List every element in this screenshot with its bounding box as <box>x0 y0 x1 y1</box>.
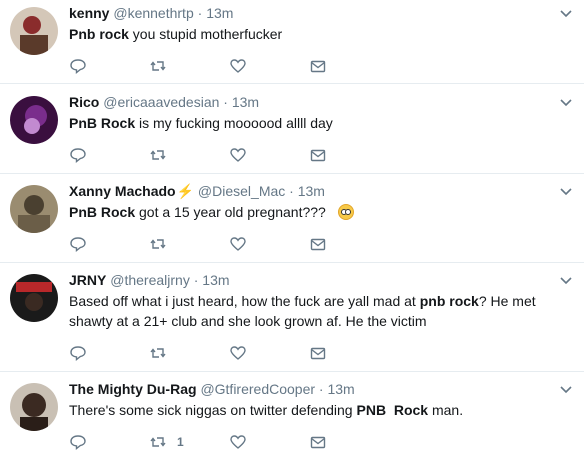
like-button[interactable] <box>229 56 247 76</box>
envelope-icon <box>310 347 326 360</box>
separator: · <box>193 272 199 288</box>
retweet-icon <box>150 150 166 160</box>
direct-message-button[interactable] <box>309 56 327 76</box>
tweet-text-body: PnB Rock got a 15 year old pregnant??? <box>69 204 326 220</box>
display-name[interactable]: The Mighty Du-Rag <box>69 381 197 397</box>
heart-icon <box>230 59 246 73</box>
tweet-item[interactable]: JRNY @therealjrny · 13m Based off what i… <box>0 263 584 372</box>
reply-icon <box>70 59 86 74</box>
direct-message-button[interactable] <box>309 234 327 254</box>
tweet-actions: 1 <box>69 432 349 452</box>
retweet-icon <box>150 239 166 249</box>
heart-icon <box>230 435 246 449</box>
tweet-text: PnB Rock is my fucking moooood allll day <box>69 115 333 131</box>
tweet-actions <box>69 56 349 76</box>
like-button[interactable] <box>229 432 247 452</box>
avatar[interactable] <box>10 185 58 233</box>
username[interactable]: @Diesel_Mac <box>198 183 285 199</box>
tweet-text: Pnb rock you stupid motherfucker <box>69 26 283 42</box>
tweet-text: Based off what i just heard, how the fuc… <box>69 293 536 329</box>
envelope-icon <box>310 60 326 73</box>
display-name[interactable]: JRNY <box>69 272 106 288</box>
username[interactable]: @GtfireredCooper <box>200 381 315 397</box>
timestamp[interactable]: 13m <box>206 5 233 21</box>
avatar[interactable] <box>10 383 58 431</box>
separator: · <box>289 183 294 199</box>
chevron-down-icon[interactable] <box>560 276 572 286</box>
lightning-icon: ⚡ <box>176 183 195 199</box>
reply-icon <box>70 237 86 252</box>
tweet-item[interactable]: The Mighty Du-Rag @GtfireredCooper · 13m… <box>0 372 584 462</box>
retweet-button[interactable] <box>149 145 177 165</box>
timestamp[interactable]: 13m <box>202 272 229 288</box>
like-button[interactable] <box>229 145 247 165</box>
tweet-header: Rico @ericaaavedesian · 13m <box>69 93 259 111</box>
username[interactable]: @kennethrtp <box>113 5 193 21</box>
tweet-header: JRNY @therealjrny · 13m <box>69 271 230 289</box>
tweet-item[interactable]: Xanny Machado⚡ @Diesel_Mac · 13m PnB Roc… <box>0 174 584 263</box>
heart-icon <box>230 346 246 360</box>
envelope-icon <box>310 436 326 449</box>
direct-message-button[interactable] <box>309 343 327 363</box>
avatar[interactable] <box>10 96 58 144</box>
direct-message-button[interactable] <box>309 432 327 452</box>
heart-icon <box>230 237 246 251</box>
reply-icon <box>70 346 86 361</box>
reply-button[interactable] <box>69 145 87 165</box>
chevron-down-icon[interactable] <box>560 187 572 197</box>
envelope-icon <box>310 149 326 162</box>
timestamp[interactable]: 13m <box>232 94 259 110</box>
display-name[interactable]: Xanny Machado <box>69 183 176 199</box>
separator: · <box>197 5 203 21</box>
tweet-text: PnB Rock got a 15 year old pregnant??? <box>69 202 569 222</box>
tweet-feed: kenny @kennethrtp · 13m Pnb rock you stu… <box>0 0 584 462</box>
reply-icon <box>70 435 86 450</box>
tweet-actions <box>69 145 349 165</box>
retweet-icon <box>150 437 166 447</box>
reply-button[interactable] <box>69 432 87 452</box>
reply-button[interactable] <box>69 234 87 254</box>
retweet-button[interactable] <box>149 56 177 76</box>
retweet-icon <box>150 61 166 71</box>
tweet-header: kenny @kennethrtp · 13m <box>69 4 233 22</box>
tweet-text: There's some sick niggas on twitter defe… <box>69 402 464 418</box>
reply-button[interactable] <box>69 343 87 363</box>
username[interactable]: @ericaaavedesian <box>103 94 219 110</box>
tweet-item[interactable]: Rico @ericaaavedesian · 13m PnB Rock is … <box>0 84 584 174</box>
tweet-item[interactable]: kenny @kennethrtp · 13m Pnb rock you stu… <box>0 0 584 84</box>
separator: · <box>223 94 228 110</box>
timestamp[interactable]: 13m <box>327 381 354 397</box>
timestamp[interactable]: 13m <box>298 183 325 199</box>
display-name[interactable]: Rico <box>69 94 99 110</box>
like-button[interactable] <box>229 234 247 254</box>
tweet-actions <box>69 343 349 363</box>
reply-button[interactable] <box>69 56 87 76</box>
like-button[interactable] <box>229 343 247 363</box>
separator: · <box>318 381 324 397</box>
reply-icon <box>70 148 86 163</box>
retweet-button[interactable]: 1 <box>149 432 184 452</box>
envelope-icon <box>310 238 326 251</box>
tweet-header: The Mighty Du-Rag @GtfireredCooper · 13m <box>69 380 355 398</box>
tweet-header: Xanny Machado⚡ @Diesel_Mac · 13m <box>69 182 325 200</box>
retweet-button[interactable] <box>149 343 177 363</box>
retweet-button[interactable] <box>149 234 177 254</box>
chevron-down-icon[interactable] <box>560 385 572 395</box>
username[interactable]: @therealjrny <box>110 272 190 288</box>
heart-icon <box>230 148 246 162</box>
chevron-down-icon[interactable] <box>560 9 572 19</box>
retweet-icon <box>150 348 166 358</box>
direct-message-button[interactable] <box>309 145 327 165</box>
tweet-actions <box>69 234 349 254</box>
avatar[interactable] <box>10 274 58 322</box>
chevron-down-icon[interactable] <box>560 98 572 108</box>
display-name[interactable]: kenny <box>69 5 109 21</box>
avatar[interactable] <box>10 7 58 55</box>
retweet-count: 1 <box>177 435 184 449</box>
flushed-face-icon <box>337 204 354 220</box>
